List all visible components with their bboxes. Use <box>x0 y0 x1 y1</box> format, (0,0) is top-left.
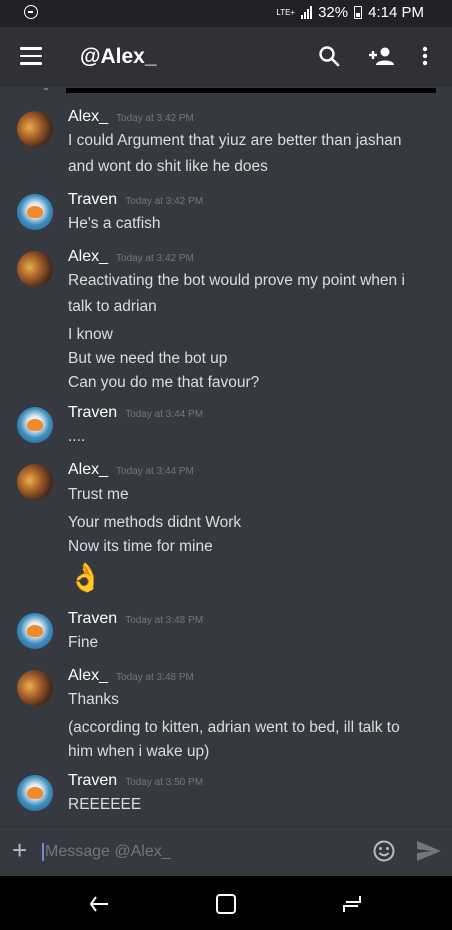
avatar[interactable] <box>17 613 53 649</box>
clock: 4:14 PM <box>368 4 424 21</box>
message-author[interactable]: Traven Today at 3:44 PM <box>68 404 203 422</box>
avatar[interactable] <box>17 670 53 706</box>
home-icon[interactable] <box>214 892 238 916</box>
scroll-grip <box>44 88 48 90</box>
message-author[interactable]: Alex_ Today at 3:48 PM <box>68 667 194 685</box>
message-timestamp: Today at 3:42 PM <box>116 113 194 124</box>
status-bar: LTE+ 32% 4:14 PM <box>0 0 452 27</box>
message-text: I know <box>68 326 113 343</box>
message-text: Reactivating the bot would prove my poin… <box>68 272 405 289</box>
message-timestamp: Today at 3:48 PM <box>116 672 194 683</box>
message-author[interactable]: Alex_ Today at 3:42 PM <box>68 248 194 266</box>
message-input[interactable] <box>45 841 335 863</box>
message-text: .... <box>68 428 86 445</box>
message-timestamp: Today at 3:50 PM <box>125 777 204 788</box>
message-text: REEEEEE <box>68 796 142 813</box>
message-text: I could Argument that yiuz are better th… <box>68 132 402 149</box>
add-friend-icon[interactable] <box>366 43 398 69</box>
message-text: and wont do shit like he does <box>68 158 268 175</box>
battery-percent: 32% <box>318 4 349 21</box>
ok-hand-emoji: 👌 <box>68 562 103 593</box>
message-text: Fine <box>68 634 99 651</box>
battery-icon <box>354 6 363 19</box>
send-icon[interactable] <box>416 840 442 862</box>
avatar[interactable] <box>17 251 53 287</box>
recent-apps-icon[interactable] <box>340 892 364 916</box>
message-author[interactable]: Traven Today at 3:42 PM <box>68 191 203 209</box>
message-timestamp: Today at 3:44 PM <box>116 466 194 477</box>
message-text: (according to kitten, adrian went to bed… <box>68 719 400 736</box>
message-text: Now its time for mine <box>68 538 213 555</box>
avatar[interactable] <box>17 464 53 500</box>
avatar[interactable] <box>17 775 53 811</box>
message-author[interactable]: Traven Today at 3:48 PM <box>68 610 203 628</box>
message-timestamp: Today at 3:42 PM <box>125 196 204 207</box>
add-attachment-icon[interactable]: + <box>12 837 27 863</box>
channel-title: @Alex_ <box>80 45 157 68</box>
message-text: Your methods didnt Work <box>68 514 242 531</box>
search-icon[interactable] <box>316 43 342 69</box>
avatar[interactable] <box>17 194 53 230</box>
message-text: Trust me <box>68 486 129 503</box>
back-icon[interactable] <box>88 892 112 916</box>
message-author[interactable]: Alex_ Today at 3:44 PM <box>68 461 194 479</box>
avatar[interactable] <box>17 407 53 443</box>
network-type: LTE+ <box>276 7 296 17</box>
emoji-icon[interactable] <box>373 840 395 862</box>
text-caret <box>42 843 44 861</box>
message-text: Thanks <box>68 691 119 708</box>
message-text: But we need the bot up <box>68 350 228 367</box>
signal-icon <box>301 6 313 19</box>
message-text: him when i wake up) <box>68 743 210 760</box>
message-timestamp: Today at 3:48 PM <box>125 615 204 626</box>
more-vertical-icon[interactable] <box>415 43 435 69</box>
message-text: Can you do me that favour? <box>68 374 260 391</box>
app-bar: @Alex_ <box>0 27 452 87</box>
message-author[interactable]: Traven Today at 3:50 PM <box>68 772 203 790</box>
message-timestamp: Today at 3:44 PM <box>125 409 204 420</box>
message-text: talk to adrian <box>68 298 157 315</box>
menu-icon[interactable] <box>20 47 42 65</box>
message-timestamp: Today at 3:42 PM <box>116 253 194 264</box>
avatar[interactable] <box>17 111 53 147</box>
message-composer: + <box>0 826 452 877</box>
message-list[interactable]: Alex_ Today at 3:42 PM I could Argument t… <box>0 100 452 826</box>
message-input-wrap[interactable] <box>42 841 342 863</box>
do-not-disturb-icon <box>24 5 38 19</box>
message-text: He's a catfish <box>68 215 161 232</box>
message-author[interactable]: Alex_ Today at 3:42 PM <box>68 108 194 126</box>
system-navigation-bar <box>0 876 452 930</box>
embedded-image-edge <box>66 88 436 93</box>
